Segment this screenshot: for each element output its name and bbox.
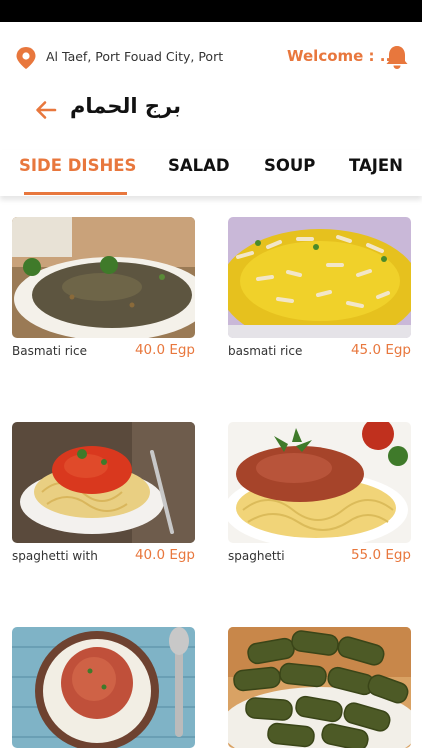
product-image[interactable]	[228, 217, 411, 338]
product-image[interactable]	[12, 627, 195, 748]
page-title: برج الحمام	[70, 94, 181, 118]
product-image[interactable]	[12, 422, 195, 543]
product-price: 40.0 Egp	[134, 342, 195, 358]
category-tabs: SIDE DISHES SALAD SOUP TAJEN	[0, 150, 422, 196]
product-name: basmati rice	[228, 344, 303, 358]
delivery-location[interactable]: Al Taef, Port Fouad City, Port	[46, 49, 223, 64]
top-bar: Al Taef, Port Fouad City, Port Welcome :…	[0, 22, 422, 92]
back-arrow-icon[interactable]	[34, 98, 58, 122]
product-price: 40.0 Egp	[134, 547, 195, 563]
product-price: 45.0 Egp	[350, 342, 411, 358]
product-image[interactable]	[228, 422, 411, 543]
product-name: spaghetti	[228, 549, 285, 563]
tab-salad[interactable]: SALAD	[168, 156, 230, 175]
bell-icon[interactable]	[384, 44, 410, 70]
product-image[interactable]	[12, 217, 195, 338]
tab-side-dishes[interactable]: SIDE DISHES	[19, 156, 136, 175]
active-tab-indicator	[24, 192, 127, 195]
map-pin-icon[interactable]	[15, 46, 37, 70]
tab-soup[interactable]: SOUP	[264, 156, 315, 175]
product-image[interactable]	[228, 627, 411, 748]
product-name: spaghetti with	[12, 549, 98, 563]
product-price: 55.0 Egp	[350, 547, 411, 563]
product-name: Basmati rice	[12, 344, 87, 358]
status-bar	[0, 0, 422, 22]
title-bar: برج الحمام	[0, 92, 422, 132]
tab-tajen[interactable]: TAJEN	[349, 156, 403, 175]
welcome-text: Welcome : ...	[287, 47, 397, 65]
